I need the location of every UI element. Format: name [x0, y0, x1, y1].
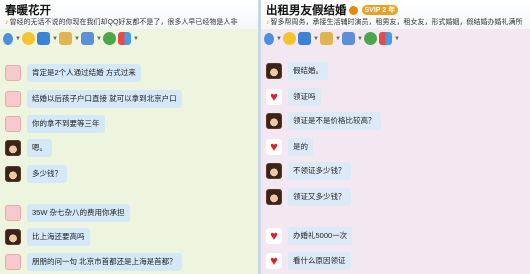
heart-avatar-icon[interactable]: ♥ — [266, 228, 282, 244]
list-item: 假结婚。 — [266, 62, 328, 80]
chevron-down-icon[interactable]: ▼ — [133, 36, 139, 42]
avatar[interactable] — [266, 63, 282, 79]
voice-icon[interactable] — [264, 32, 274, 45]
left-toolbar: ▼ ▼ ▼ ▼ ▼ — [0, 29, 258, 48]
avatar[interactable] — [5, 229, 21, 245]
right-chat-window: 出租男友假结婚 SVIP 2 年 ♪智多帮周务，承接生活辅时演员，租男友，租女友，… — [261, 0, 530, 274]
message-bubble: 朋朋的问一句 北京市首都还是上海是首都？ — [27, 253, 182, 271]
video-icon[interactable] — [364, 32, 377, 45]
avatar[interactable] — [266, 163, 282, 179]
folder-icon[interactable] — [59, 32, 72, 45]
chevron-down-icon[interactable]: ▼ — [74, 36, 80, 42]
right-chat-header: 出租男友假结婚 SVIP 2 年 ♪智多帮周务，承接生活辅时演员，租男友，租女友，… — [261, 0, 530, 29]
list-item: ♥ 办婚礼5000一次 — [266, 227, 353, 245]
list-item: 比上海还要高吗 — [5, 228, 90, 246]
chevron-down-icon[interactable]: ▼ — [335, 36, 341, 42]
message-bubble: 肯定是2个人通过结婚 方式过来 — [27, 64, 141, 82]
apps-icon[interactable] — [379, 32, 392, 45]
avatar[interactable] — [5, 116, 21, 132]
list-item: 你的拿不到要等三年 — [5, 115, 105, 133]
list-item: 不领证多少钱？ — [266, 162, 351, 180]
chevron-down-icon[interactable]: ▼ — [313, 36, 319, 42]
list-item: 多少钱？ — [5, 165, 67, 183]
avatar[interactable] — [266, 113, 282, 129]
list-item: 嗯。 — [5, 139, 52, 157]
message-bubble: 办婚礼5000一次 — [288, 227, 353, 245]
image-icon[interactable] — [298, 32, 311, 45]
message-bubble: 比上海还要高吗 — [27, 228, 90, 246]
heart-avatar-icon[interactable]: ♥ — [266, 139, 282, 155]
svip-badge[interactable]: SVIP 2 年 — [361, 5, 399, 15]
message-bubble: 看什么原因领证 — [288, 252, 351, 270]
left-chat-title: 春暖花开 — [5, 5, 51, 17]
heart-avatar-icon[interactable]: ♥ — [266, 89, 282, 105]
apps-icon[interactable] — [118, 32, 131, 45]
left-chat-subtitle: ♪曾经的无话不说的你现在我们却QQ好友都不是了，很多人早已经物是人非 — [5, 17, 256, 27]
avatar[interactable] — [5, 65, 21, 81]
right-title-text: 出租男友假结婚 — [266, 5, 347, 17]
avatar[interactable] — [5, 254, 21, 270]
right-chat-subtitle: ♪智多帮周务，承接生活辅时演员，租男友，租女友，形式婚姻，假结婚办婚礼满所 — [266, 17, 528, 27]
avatar[interactable] — [5, 205, 21, 221]
message-bubble: 是的 — [288, 138, 313, 156]
message-bubble: 嗯。 — [27, 139, 52, 157]
list-item: 肯定是2个人通过结婚 方式过来 — [5, 64, 141, 82]
right-subtitle-text: 智多帮周务，承接生活辅时演员，租男友，租女友，形式婚姻，假结婚办婚礼满所 — [270, 19, 523, 26]
message-bubble: 35W 杂七杂八的费用你承担 — [27, 204, 130, 222]
avatar[interactable] — [5, 91, 21, 107]
list-item: ♥ 领证吗 — [266, 88, 321, 106]
chevron-down-icon[interactable]: ▼ — [52, 36, 58, 42]
chevron-down-icon[interactable]: ▼ — [357, 36, 363, 42]
right-chat-title: 出租男友假结婚 SVIP 2 年 — [266, 2, 399, 18]
left-chat-window: 春暖花开 ♪曾经的无话不说的你现在我们却QQ好友都不是了，很多人早已经物是人非 … — [0, 0, 258, 274]
chevron-down-icon[interactable]: ▼ — [96, 36, 102, 42]
message-bubble: 假结婚。 — [288, 62, 328, 80]
screenshot-icon[interactable] — [81, 32, 94, 45]
message-bubble: 领证是不是价格比较高？ — [288, 112, 381, 130]
message-bubble: 领证又多少钱？ — [288, 188, 351, 206]
chevron-down-icon[interactable]: ▼ — [394, 36, 400, 42]
bell-icon: ♪ — [5, 19, 9, 26]
avatar[interactable] — [5, 140, 21, 156]
chevron-down-icon[interactable]: ▼ — [15, 36, 21, 42]
heart-avatar-icon[interactable]: ♥ — [266, 253, 282, 269]
image-icon[interactable] — [37, 32, 50, 45]
list-item: ♥ 是的 — [266, 138, 313, 156]
message-bubble: 不领证多少钱？ — [288, 162, 351, 180]
screenshot-icon[interactable] — [342, 32, 355, 45]
bell-icon: ♪ — [266, 19, 270, 26]
list-item: 领证是不是价格比较高？ — [266, 112, 381, 130]
chevron-down-icon[interactable]: ▼ — [276, 36, 282, 42]
list-item: 35W 杂七杂八的费用你承担 — [5, 204, 130, 222]
message-bubble: 结婚以后孩子户口直接 就可以拿到北京户口 — [27, 90, 182, 108]
vip-crown-icon — [348, 6, 358, 15]
voice-icon[interactable] — [3, 32, 13, 45]
avatar[interactable] — [5, 166, 21, 182]
list-item: 朋朋的问一句 北京市首都还是上海是首都？ — [5, 253, 182, 271]
list-item: 结婚以后孩子户口直接 就可以拿到北京户口 — [5, 90, 182, 108]
emoji-icon[interactable] — [283, 32, 296, 45]
list-item: ♥ 看什么原因领证 — [266, 252, 351, 270]
emoji-icon[interactable] — [22, 32, 35, 45]
list-item: 领证又多少钱？ — [266, 188, 351, 206]
folder-icon[interactable] — [320, 32, 333, 45]
message-bubble: 你的拿不到要等三年 — [27, 115, 105, 133]
left-subtitle-text: 曾经的无话不说的你现在我们却QQ好友都不是了，很多人早已经物是人非 — [9, 19, 238, 26]
message-bubble: 领证吗 — [288, 88, 321, 106]
left-chat-header: 春暖花开 ♪曾经的无话不说的你现在我们却QQ好友都不是了，很多人早已经物是人非 — [0, 0, 258, 29]
message-bubble: 多少钱？ — [27, 165, 67, 183]
video-icon[interactable] — [103, 32, 116, 45]
avatar[interactable] — [266, 189, 282, 205]
right-toolbar: ▼ ▼ ▼ ▼ ▼ — [261, 29, 530, 48]
